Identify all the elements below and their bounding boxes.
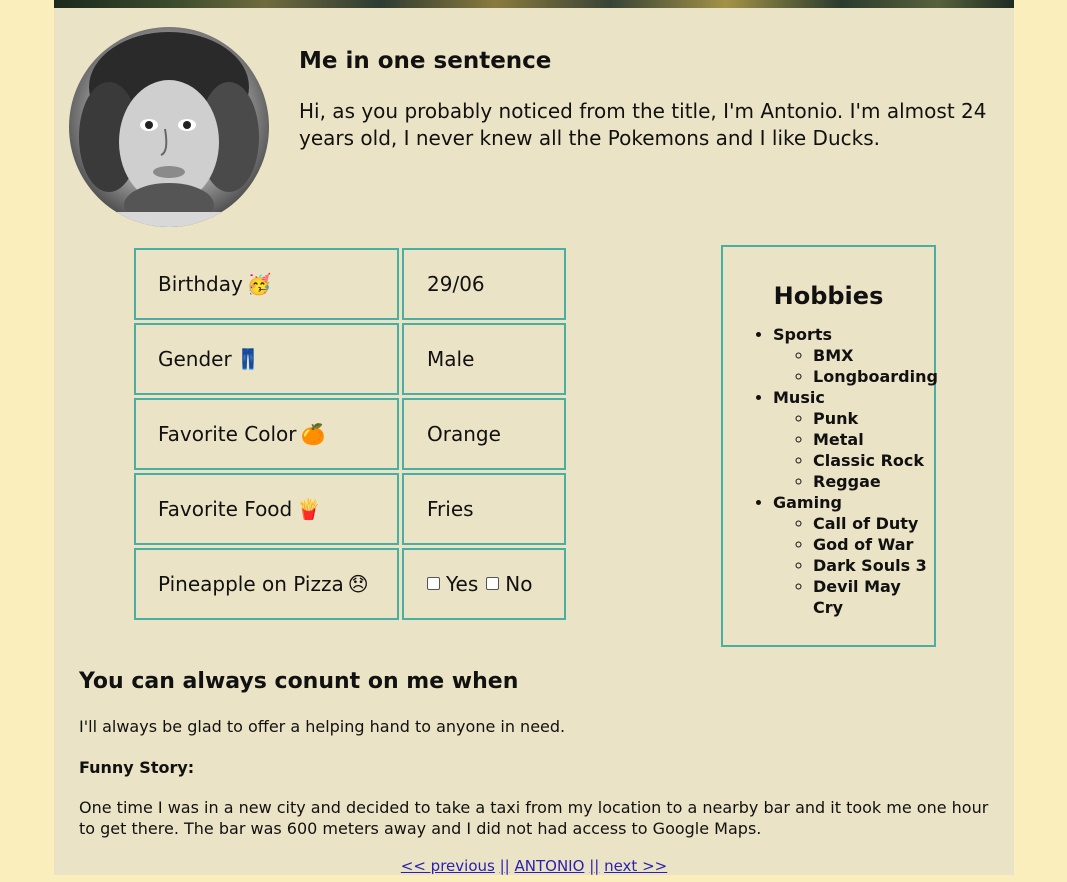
count-on-me-title: You can always conunt on me when (79, 669, 519, 694)
gaming-sublist: Call of Duty God of War Dark Souls 3 Dev… (773, 513, 934, 618)
gender-label-cell: Gender 👖 (134, 323, 399, 395)
tangerine-icon: 🍊 (300, 422, 326, 446)
intro-title: Me in one sentence (299, 48, 552, 74)
gender-value-cell: Male (402, 323, 566, 395)
fries-icon: 🍟 (296, 497, 322, 521)
hobbies-list: Sports BMX Longboarding Music Punk Metal… (723, 324, 938, 618)
count-on-me-text: I'll always be glad to offer a helping h… (79, 717, 566, 736)
table-row: Favorite Color 🍊 Orange (134, 398, 566, 470)
table-row: Pineapple on Pizza 😞 Yes No (134, 548, 566, 620)
favorite-color-label: Favorite Color (158, 422, 297, 446)
birthday-value-cell: 29/06 (402, 248, 566, 320)
intro-text: Hi, as you probably noticed from the tit… (299, 99, 987, 150)
yes-label: Yes (446, 572, 479, 596)
favorite-food-label-cell: Favorite Food 🍟 (134, 473, 399, 545)
list-item: Reggae (813, 471, 934, 492)
favorite-color-label-cell: Favorite Color 🍊 (134, 398, 399, 470)
gender-label: Gender (158, 347, 232, 371)
list-item: Devil May Cry (813, 576, 934, 618)
table-row: Gender 👖 Male (134, 323, 566, 395)
nav-separator: || (499, 857, 510, 875)
birthday-label-cell: Birthday 🥳 (134, 248, 399, 320)
list-item: Dark Souls 3 (813, 555, 934, 576)
list-item: Call of Duty (813, 513, 934, 534)
favorite-food-value-cell: Fries (402, 473, 566, 545)
list-item: Music Punk Metal Classic Rock Reggae (773, 387, 934, 492)
gender-value: Male (427, 347, 475, 371)
yes-checkbox[interactable] (427, 577, 440, 590)
header-banner-image (54, 0, 1014, 8)
hobbies-box: Hobbies Sports BMX Longboarding Music Pu… (721, 245, 938, 647)
jeans-icon: 👖 (235, 347, 261, 371)
funny-story-label: Funny Story: (79, 758, 195, 777)
pineapple-value-cell: Yes No (402, 548, 566, 620)
nav-separator: || (589, 857, 600, 875)
hobby-category-sports: Sports (773, 325, 833, 344)
profile-photo (69, 32, 269, 227)
hobbies-title: Hobbies (773, 282, 884, 310)
list-item: BMX (813, 345, 934, 366)
list-item: Punk (813, 408, 934, 429)
list-item: Sports BMX Longboarding (773, 324, 938, 387)
home-name-link[interactable]: ANTONIO (515, 857, 585, 875)
webring-nav: << previous || ANTONIO || next >> (54, 856, 1014, 876)
previous-link[interactable]: << previous (401, 857, 495, 875)
list-item: Longboarding (813, 366, 938, 387)
table-row: Favorite Food 🍟 Fries (134, 473, 566, 545)
funny-story-text: One time I was in a new city and decided… (79, 798, 989, 838)
music-sublist: Punk Metal Classic Rock Reggae (773, 408, 934, 492)
sports-sublist: BMX Longboarding (773, 345, 938, 387)
next-link[interactable]: next >> (604, 857, 667, 875)
table-row: Birthday 🥳 29/06 (134, 248, 566, 320)
list-item: Metal (813, 429, 934, 450)
birthday-value: 29/06 (427, 272, 485, 296)
hobby-category-music: Music (773, 388, 825, 407)
favorite-food-value: Fries (427, 497, 474, 521)
no-label: No (505, 572, 533, 596)
pineapple-label: Pineapple on Pizza (158, 572, 344, 596)
hobby-category-gaming: Gaming (773, 493, 842, 512)
favorite-color-value-cell: Orange (402, 398, 566, 470)
disappointed-face-icon: 😞 (347, 572, 369, 596)
list-item: Classic Rock (813, 450, 934, 471)
list-item: God of War (813, 534, 934, 555)
pineapple-label-cell: Pineapple on Pizza 😞 (134, 548, 399, 620)
no-checkbox[interactable] (486, 577, 500, 590)
party-face-icon: 🥳 (246, 272, 272, 296)
info-table: Birthday 🥳 29/06 Gender 👖 Male Favorite Co… (131, 245, 569, 623)
favorite-color-value: Orange (427, 422, 501, 446)
avatar (69, 27, 269, 227)
page-container: Me in one sentence Hi, as you probably n… (54, 0, 1014, 875)
birthday-label: Birthday (158, 272, 243, 296)
list-item: Gaming Call of Duty God of War Dark Soul… (773, 492, 934, 618)
favorite-food-label: Favorite Food (158, 497, 293, 521)
